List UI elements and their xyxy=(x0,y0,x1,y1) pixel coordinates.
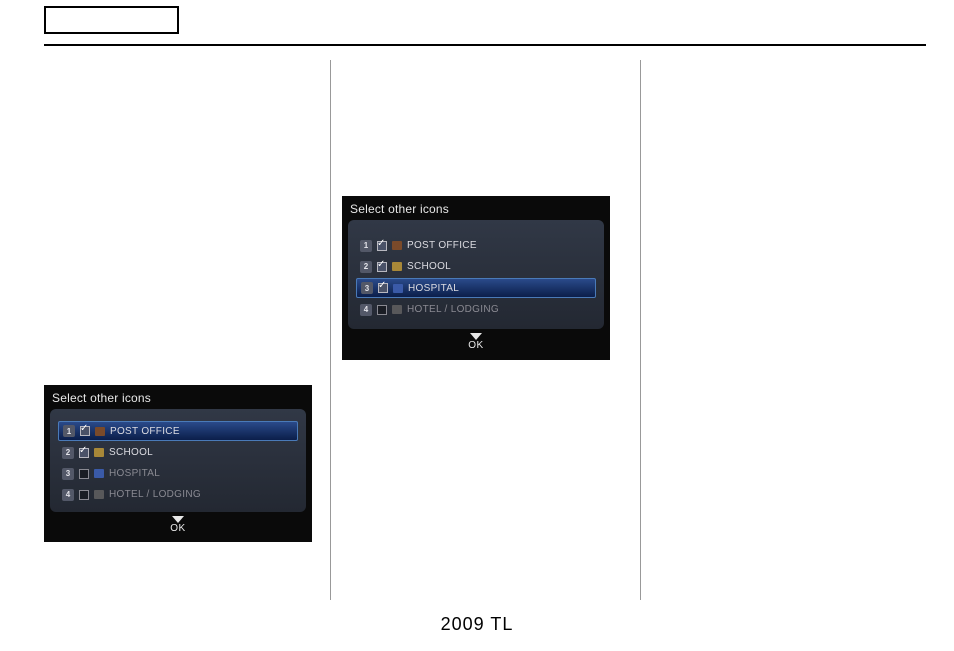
school-icon xyxy=(94,448,104,457)
ok-label: OK xyxy=(468,340,483,351)
checkbox-icon xyxy=(80,426,90,436)
device-screenshot-1: Select other icons 1 POST OFFICE 2 SCHOO… xyxy=(44,385,312,542)
hotel-icon xyxy=(392,305,402,314)
item-label: HOSPITAL xyxy=(109,468,160,479)
list-item[interactable]: 2 SCHOOL xyxy=(58,443,298,462)
list-item[interactable]: 3 HOSPITAL xyxy=(58,464,298,483)
list-item[interactable]: 4 HOTEL / LODGING xyxy=(356,300,596,319)
screen-body: 1 POST OFFICE 2 SCHOOL 3 HOSPITAL 4 HOTE… xyxy=(50,409,306,512)
list-item[interactable]: 1 POST OFFICE xyxy=(356,236,596,255)
school-icon xyxy=(392,262,402,271)
item-number: 2 xyxy=(62,447,74,459)
screen-body: 1 POST OFFICE 2 SCHOOL 3 HOSPITAL 4 HOTE… xyxy=(348,220,604,329)
post-office-icon xyxy=(95,427,105,436)
item-number: 1 xyxy=(360,240,372,252)
checkbox-icon xyxy=(79,490,89,500)
list-item[interactable]: 1 POST OFFICE xyxy=(58,421,298,441)
device-screenshot-2: Select other icons 1 POST OFFICE 2 SCHOO… xyxy=(342,196,610,360)
hospital-icon xyxy=(393,284,403,293)
item-number: 3 xyxy=(62,468,74,480)
checkbox-icon xyxy=(79,469,89,479)
ok-label: OK xyxy=(170,523,185,534)
item-number: 4 xyxy=(360,304,372,316)
item-label: POST OFFICE xyxy=(407,240,477,251)
item-label: SCHOOL xyxy=(109,447,153,458)
checkbox-icon xyxy=(377,241,387,251)
hotel-icon xyxy=(94,490,104,499)
footer-text: 2009 TL xyxy=(0,614,954,635)
chevron-down-icon xyxy=(172,516,184,523)
checkbox-icon xyxy=(377,305,387,315)
item-number: 1 xyxy=(63,425,75,437)
list-item[interactable]: 3 HOSPITAL xyxy=(356,278,596,298)
list-item[interactable]: 4 HOTEL / LODGING xyxy=(58,485,298,504)
screen-title: Select other icons xyxy=(342,196,610,220)
item-number: 3 xyxy=(361,282,373,294)
checkbox-icon xyxy=(79,448,89,458)
item-label: SCHOOL xyxy=(407,261,451,272)
ok-button[interactable]: OK xyxy=(44,512,312,538)
post-office-icon xyxy=(392,241,402,250)
ok-button[interactable]: OK xyxy=(342,329,610,355)
checkbox-icon xyxy=(377,262,387,272)
item-label: POST OFFICE xyxy=(110,426,180,437)
checkbox-icon xyxy=(378,283,388,293)
item-number: 2 xyxy=(360,261,372,273)
column-divider-1 xyxy=(330,60,331,600)
column-divider-2 xyxy=(640,60,641,600)
item-label: HOTEL / LODGING xyxy=(109,489,201,500)
chevron-down-icon xyxy=(470,333,482,340)
item-label: HOSPITAL xyxy=(408,283,459,294)
header-divider xyxy=(44,44,926,46)
list-item[interactable]: 2 SCHOOL xyxy=(356,257,596,276)
item-label: HOTEL / LODGING xyxy=(407,304,499,315)
screen-title: Select other icons xyxy=(44,385,312,409)
item-number: 4 xyxy=(62,489,74,501)
hospital-icon xyxy=(94,469,104,478)
header-box xyxy=(44,6,179,34)
